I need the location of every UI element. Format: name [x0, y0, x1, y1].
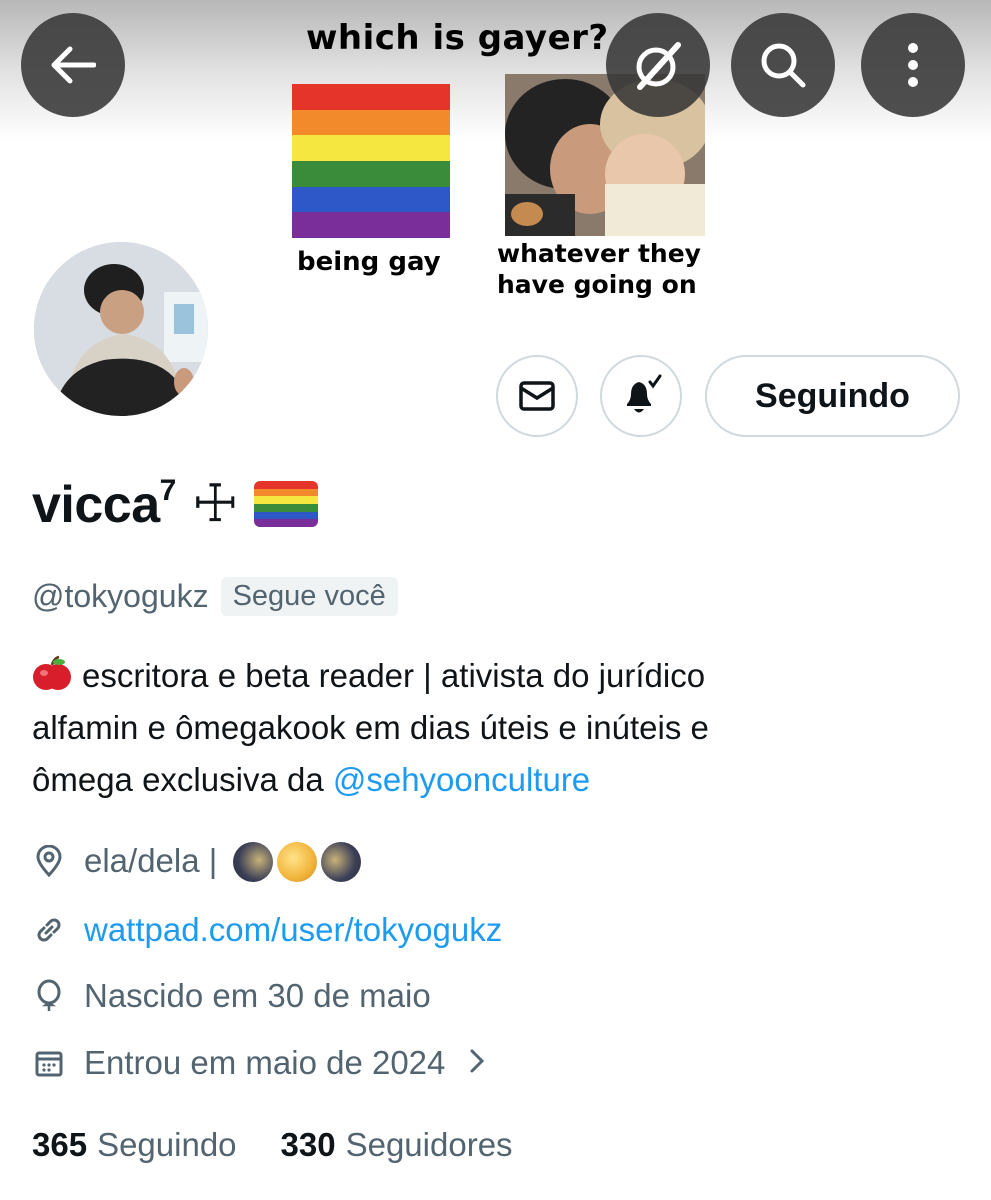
following-button[interactable]: Seguindo	[705, 355, 960, 437]
envelope-icon	[519, 381, 555, 411]
followers-label: Seguidores	[345, 1126, 513, 1163]
apple-emoji-icon	[33, 655, 71, 690]
banner-right-caption: whatever they have going on	[497, 238, 737, 300]
moon-phases-emoji	[229, 840, 362, 882]
back-button[interactable]	[21, 13, 125, 117]
banner-right-caption-line1: whatever they	[497, 239, 701, 268]
bell-check-icon	[627, 374, 662, 413]
chevron-right-icon	[469, 1044, 485, 1083]
more-options-button[interactable]	[861, 13, 965, 117]
waxing-moon-icon	[321, 841, 362, 882]
profile-avatar[interactable]	[30, 238, 212, 420]
notifications-button[interactable]	[600, 355, 682, 437]
following-stat[interactable]: 365 Seguindo	[32, 1126, 237, 1164]
banner-rainbow-flag	[292, 84, 450, 238]
banner-meme-title: which is gayer?	[306, 18, 609, 58]
arrow-left-icon	[51, 46, 96, 84]
birthday-row: Nascido em 30 de maio	[32, 971, 431, 1021]
bio-line-3: ômega exclusiva da @sehyoonculture	[32, 754, 962, 806]
message-button[interactable]	[496, 355, 578, 437]
display-name-text: vicca	[32, 475, 160, 534]
location-pin-icon	[32, 844, 66, 878]
profile-bio: escritora e beta reader | ativista do ju…	[32, 650, 962, 806]
location-text: ela/dela |	[84, 842, 218, 879]
search-button[interactable]	[731, 13, 835, 117]
bio-line-1-text: escritora e beta reader | ativista do ju…	[82, 657, 706, 694]
search-icon	[761, 43, 806, 88]
bio-line-2: alfamin e ômegakook em dias úteis e inút…	[32, 709, 709, 746]
banner-left-caption: being gay	[297, 247, 441, 277]
bio-line-1: escritora e beta reader | ativista do ju…	[32, 650, 962, 702]
following-label: Seguindo	[97, 1126, 237, 1163]
calendar-icon	[32, 1046, 66, 1080]
profile-page: which is gayer? being gay whatever they …	[0, 0, 991, 1200]
location-row: ela/dela |	[32, 836, 362, 886]
followers-count: 330	[280, 1126, 336, 1163]
followers-stat[interactable]: 330 Seguidores	[281, 1126, 513, 1164]
user-handle: @tokyogukz	[32, 577, 209, 614]
display-name-row: vicca7 ☩	[32, 472, 319, 536]
banner-right-caption-line2: have going on	[497, 270, 697, 299]
handle-row: @tokyogukz Segue você	[32, 573, 398, 619]
follow-stats: 365 Seguindo 330 Seguidores	[32, 1120, 513, 1170]
joined-text: Entrou em maio de 2024	[84, 1044, 446, 1081]
more-vertical-icon	[908, 43, 918, 87]
rainbow-flag-icon	[254, 481, 319, 527]
website-link[interactable]: wattpad.com/user/tokyogukz	[84, 911, 502, 949]
grok-button[interactable]	[606, 13, 710, 117]
follows-you-badge: Segue você	[220, 576, 398, 616]
website-row: wattpad.com/user/tokyogukz	[32, 905, 502, 955]
balloon-icon	[32, 979, 66, 1013]
bio-mention-link[interactable]: @sehyoonculture	[333, 761, 590, 798]
display-name-superscript: 7	[159, 473, 177, 507]
bio-line-3-text: ômega exclusiva da	[32, 761, 333, 798]
cross-symbol: ☩	[191, 474, 239, 534]
birthday-text: Nascido em 30 de maio	[84, 977, 431, 1014]
waning-moon-icon	[233, 841, 274, 882]
following-count: 365	[32, 1126, 88, 1163]
full-moon-icon	[277, 841, 318, 882]
link-icon	[32, 913, 66, 947]
display-name: vicca7	[32, 474, 176, 535]
joined-row[interactable]: Entrou em maio de 2024	[32, 1038, 485, 1088]
grok-icon	[636, 42, 681, 90]
